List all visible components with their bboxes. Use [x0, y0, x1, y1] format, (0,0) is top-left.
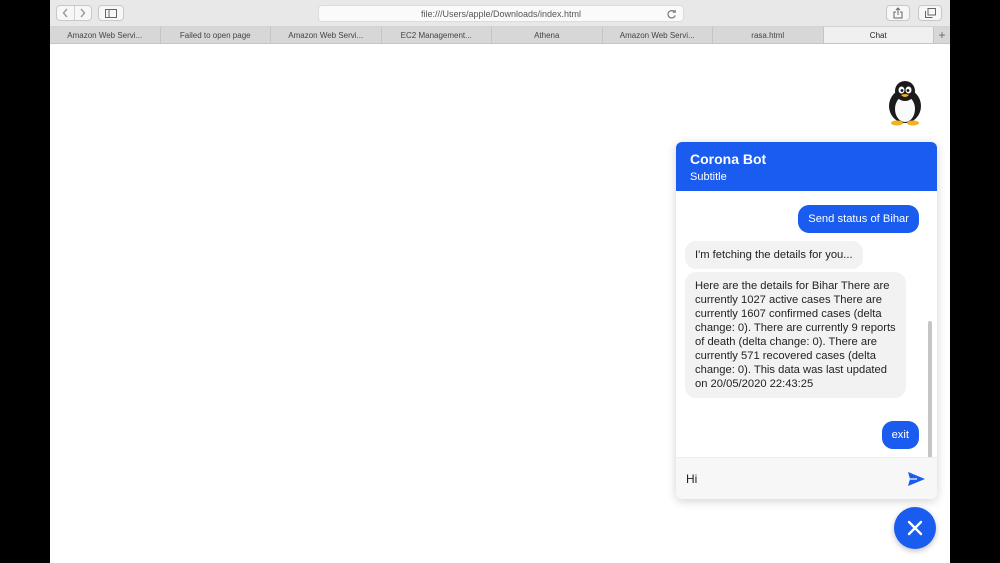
chat-title: Corona Bot: [690, 151, 767, 167]
user-message: Send status of Bihar: [798, 205, 919, 233]
penguin-icon: [889, 81, 921, 126]
chat-widget: Corona Bot Subtitle Send status of Bihar…: [676, 142, 937, 499]
tab[interactable]: rasa.html: [713, 27, 824, 43]
tab-label: Athena: [534, 30, 560, 40]
share-icon: [893, 7, 903, 19]
message-list[interactable]: Send status of Bihar I'm fetching the de…: [676, 191, 937, 499]
show-tabs-button[interactable]: [918, 5, 942, 21]
bot-message: Here are the details for Bihar There are…: [685, 272, 906, 398]
chat-input-row: [676, 457, 937, 499]
send-button[interactable]: [905, 469, 927, 489]
plus-icon: +: [938, 28, 946, 42]
back-button[interactable]: [57, 6, 74, 20]
reload-icon[interactable]: [666, 9, 677, 20]
address-text: file:///Users/apple/Downloads/index.html: [420, 8, 582, 19]
tab-label: Failed to open page: [179, 30, 251, 40]
close-chat-button[interactable]: [894, 507, 936, 549]
send-icon: [907, 472, 925, 486]
tab[interactable]: Amazon Web Servi...: [271, 27, 382, 43]
sidebar-toggle-button[interactable]: [98, 5, 124, 21]
share-button[interactable]: [886, 5, 910, 21]
tabs-overview-icon: [924, 8, 936, 18]
chevron-left-icon: [62, 8, 68, 18]
tab-label: Amazon Web Servi...: [67, 30, 143, 40]
user-message: exit: [881, 421, 919, 449]
chat-subtitle: Subtitle: [690, 171, 727, 183]
bot-message: I'm fetching the details for you...: [685, 241, 863, 269]
tab-label: Amazon Web Servi...: [288, 30, 364, 40]
forward-button[interactable]: [73, 6, 92, 20]
sidebar-icon: [105, 8, 117, 18]
tab-strip: Amazon Web Servi... Failed to open page …: [50, 27, 950, 44]
nav-buttons: [56, 5, 92, 21]
tab-active[interactable]: Chat: [823, 27, 934, 43]
close-icon: [907, 520, 923, 536]
tab-label: EC2 Management...: [400, 30, 472, 40]
chevron-right-icon: [80, 8, 86, 18]
tab[interactable]: Amazon Web Servi...: [603, 27, 713, 43]
browser-toolbar: file:///Users/apple/Downloads/index.html: [50, 0, 950, 27]
tab-label: Chat: [869, 30, 887, 40]
tab[interactable]: Failed to open page: [161, 27, 271, 43]
tab[interactable]: Athena: [492, 27, 603, 43]
tab-label: rasa.html: [751, 30, 785, 40]
tab[interactable]: Amazon Web Servi...: [50, 27, 161, 43]
chat-message-input[interactable]: [686, 469, 896, 489]
tab[interactable]: EC2 Management...: [382, 27, 492, 43]
chat-header: Corona Bot Subtitle: [676, 142, 937, 191]
address-bar[interactable]: file:///Users/apple/Downloads/index.html: [318, 5, 684, 22]
new-tab-button[interactable]: +: [934, 27, 950, 43]
tab-label: Amazon Web Servi...: [619, 30, 695, 40]
browser-window: file:///Users/apple/Downloads/index.html…: [50, 0, 950, 563]
